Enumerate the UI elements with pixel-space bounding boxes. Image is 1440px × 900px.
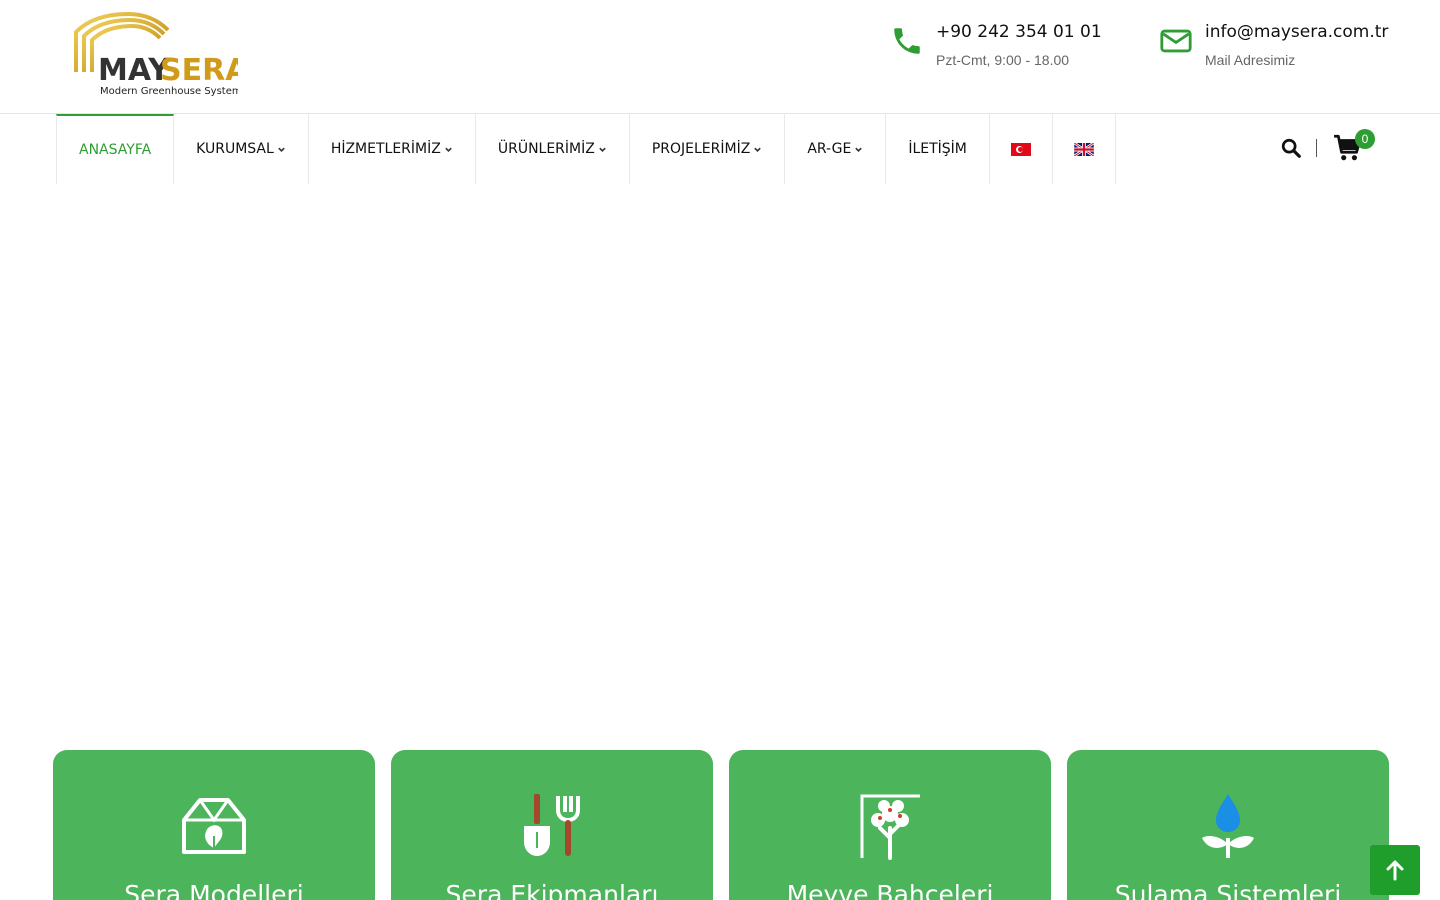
nav-item-label: KURUMSAL [196, 141, 274, 157]
nav-item-label: PROJELERİMİZ [651, 141, 751, 157]
email-contact: info@maysera.com.tr Mail Adresimiz [1159, 20, 1388, 70]
phone-icon [894, 28, 920, 54]
turkey-flag-icon [1010, 142, 1031, 156]
divider [1316, 139, 1317, 157]
envelope-icon [1160, 29, 1192, 53]
nav-item-projelerimiz[interactable]: PROJELERİMİZ [630, 114, 786, 184]
chevron-down-icon [855, 147, 863, 152]
card-sera-modelleri[interactable]: Sera Modelleri [53, 750, 375, 900]
nav-item-label: AR-GE [807, 141, 852, 157]
nav-item-urunlerimiz[interactable]: ÜRÜNLERİMİZ [476, 114, 630, 184]
greenhouse-icon [182, 798, 246, 854]
logo-greenhouse-icon: MAY SERA Modern Greenhouse Systems [74, 11, 249, 97]
chevron-down-icon [445, 147, 452, 152]
card-title: Sera Modelleri [124, 880, 304, 900]
card-title: Sera Ekipmanları [445, 880, 659, 900]
chevron-down-icon [754, 147, 762, 152]
service-cards: Sera Modelleri Sera Ekipmanları Meyve Ba… [53, 750, 1389, 900]
top-header: MAY SERA Modern Greenhouse Systems +90 2… [0, 0, 1440, 114]
header-tools: 0 [1280, 128, 1375, 168]
chevron-down-icon [278, 147, 285, 152]
cart-button[interactable]: 0 [1333, 129, 1375, 163]
main-nav: ANASAYFA KURUMSAL HİZMETLERİMİZ ÜRÜNLERİ… [56, 114, 1116, 184]
card-title: Sulama Sistemleri [1114, 880, 1342, 900]
email-address[interactable]: info@maysera.com.tr [1205, 20, 1388, 44]
card-sera-ekipmanlari[interactable]: Sera Ekipmanları [391, 750, 713, 900]
nav-item-label: İLETİŞİM [908, 141, 967, 157]
nav-item-iletisim[interactable]: İLETİŞİM [886, 114, 990, 184]
card-title: Meyve Bahçeleri [786, 880, 994, 900]
scroll-to-top-button[interactable] [1370, 845, 1420, 895]
garden-tools-icon [524, 794, 580, 856]
nav-item-ar-ge[interactable]: AR-GE [785, 114, 887, 184]
phone-hours: Pzt-Cmt, 9:00 - 18.00 [936, 52, 1070, 68]
language-turkish[interactable] [990, 114, 1053, 184]
nav-item-label: ÜRÜNLERİMİZ [497, 141, 595, 157]
logo[interactable]: MAY SERA Modern Greenhouse Systems [72, 10, 249, 100]
nav-item-label: ANASAYFA [79, 142, 152, 158]
card-sulama-sistemleri[interactable]: Sulama Sistemleri [1067, 750, 1389, 900]
svg-text:Modern Greenhouse Systems: Modern Greenhouse Systems [100, 86, 238, 97]
nav-item-kurumsal[interactable]: KURUMSAL [174, 114, 309, 184]
cart-count-badge: 0 [1355, 129, 1375, 149]
page: MAY SERA Modern Greenhouse Systems +90 2… [0, 0, 1440, 900]
uk-flag-icon [1073, 142, 1094, 156]
chevron-down-icon [599, 147, 606, 152]
nav-item-label: HİZMETLERİMİZ [330, 141, 441, 157]
tree-icon [860, 794, 920, 860]
nav-item-anasayfa[interactable]: ANASAYFA [56, 114, 175, 184]
phone-number[interactable]: +90 242 354 01 01 [936, 20, 1102, 44]
card-meyve-bahceleri[interactable]: Meyve Bahçeleri [729, 750, 1051, 900]
water-drop-plant-icon [1202, 794, 1254, 858]
arrow-up-icon [1386, 860, 1404, 881]
email-label: Mail Adresimiz [1205, 52, 1296, 68]
search-icon[interactable] [1280, 137, 1302, 159]
nav-item-hizmetlerimiz[interactable]: HİZMETLERİMİZ [309, 114, 476, 184]
language-english[interactable] [1053, 114, 1116, 184]
phone-contact: +90 242 354 01 01 Pzt-Cmt, 9:00 - 18.00 [890, 20, 1102, 70]
svg-text:SERA: SERA [160, 53, 238, 88]
